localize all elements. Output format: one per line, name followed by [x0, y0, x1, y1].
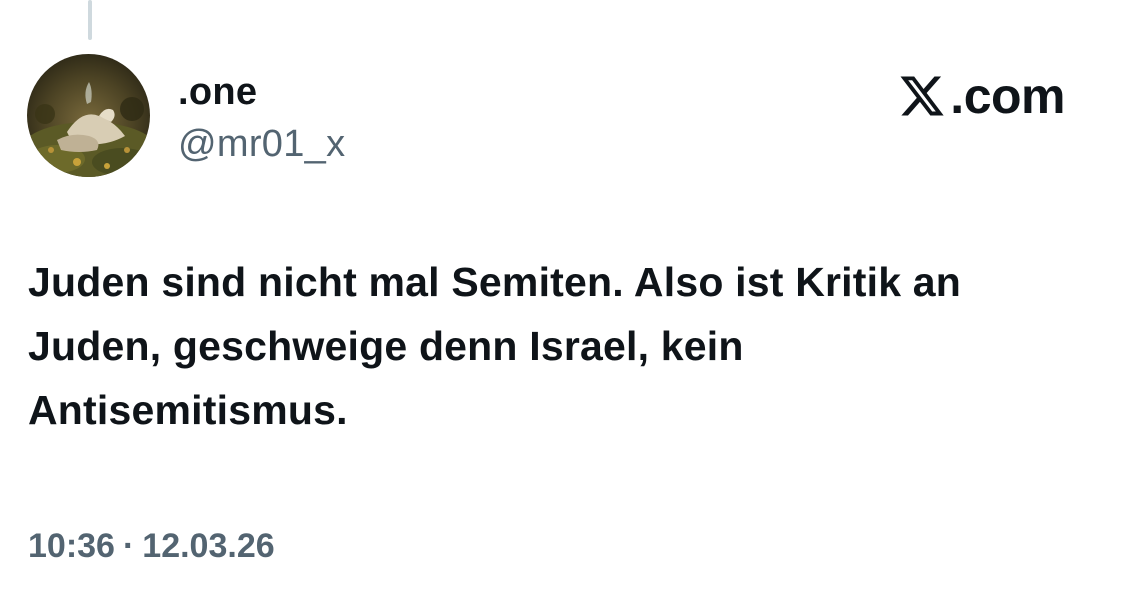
meta-separator: · — [122, 527, 135, 565]
author-display-name[interactable]: .one — [178, 70, 257, 114]
tweet-timestamp[interactable]: 10:36 · 12.03.26 — [28, 524, 275, 568]
brand-domain-text: .com — [950, 68, 1065, 124]
thread-connector-line — [88, 0, 92, 40]
tweet-body-text: Juden sind nicht mal Semiten. Also ist K… — [28, 259, 962, 433]
tweet-date: 12.03.26 — [142, 527, 275, 565]
avatar-photo-icon — [27, 54, 150, 177]
tweet-time: 10:36 — [28, 527, 115, 565]
author-avatar[interactable] — [27, 54, 150, 177]
author-handle[interactable]: @mr01_x — [178, 122, 345, 166]
x-logo-icon — [900, 76, 944, 116]
brand-watermark: .com — [898, 66, 1065, 126]
